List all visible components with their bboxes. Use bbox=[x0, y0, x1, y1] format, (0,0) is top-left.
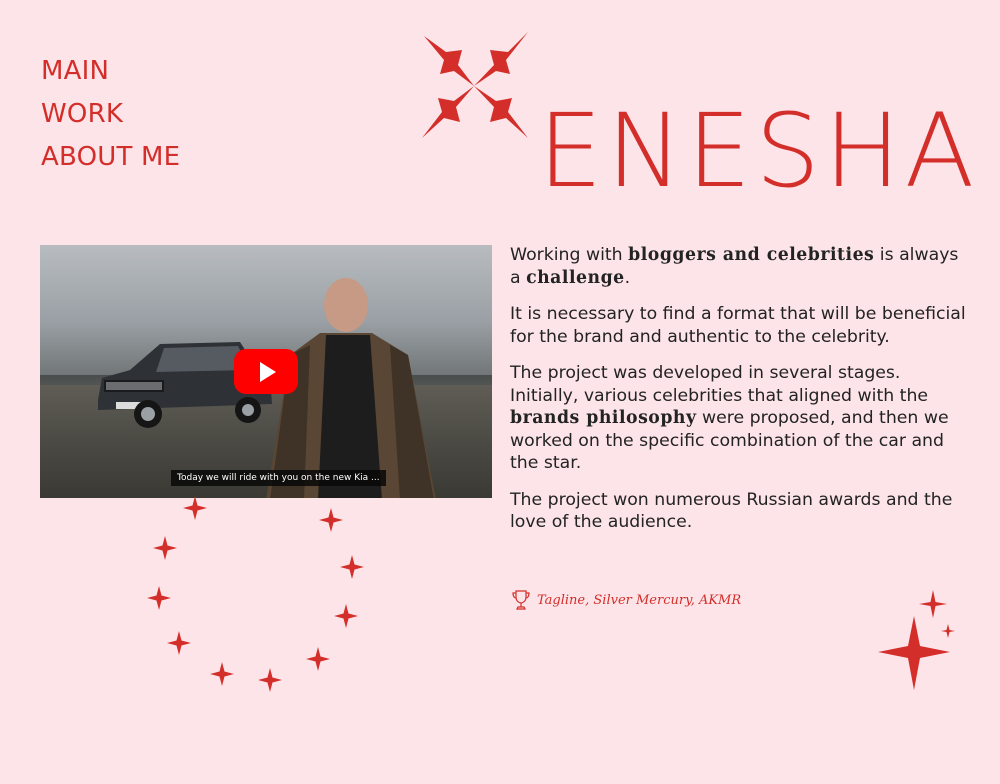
highlight-text: challenge bbox=[526, 267, 625, 288]
video-caption: Today we will ride with you on the new K… bbox=[171, 470, 386, 486]
paragraph-3: The project was developed in several sta… bbox=[510, 362, 970, 475]
paragraph-4: The project won numerous Russian awards … bbox=[510, 489, 953, 533]
trophy-icon bbox=[512, 590, 530, 610]
text-span: The project was developed in several sta… bbox=[510, 363, 929, 406]
text-span: Working with bbox=[510, 245, 629, 265]
project-description: Working with bloggers and celebrities is… bbox=[510, 244, 970, 548]
nav-item-work[interactable]: WORK bbox=[41, 93, 180, 136]
nav-item-main[interactable]: MAIN bbox=[41, 50, 180, 93]
main-nav: MAIN WORK ABOUT ME bbox=[41, 50, 180, 179]
video-player[interactable]: Today we will ride with you on the new K… bbox=[40, 245, 492, 498]
award-line: Tagline, Silver Mercury, AKMR bbox=[511, 589, 741, 611]
paragraph-2: It is necessary to find a format that wi… bbox=[510, 304, 966, 347]
highlight-text: brands philosophy bbox=[510, 408, 697, 428]
four-sparkles-icon bbox=[422, 32, 528, 138]
sparkle-ring-decoration bbox=[147, 496, 364, 692]
youtube-play-icon[interactable] bbox=[234, 349, 298, 394]
brand-logo[interactable]: ENESHA bbox=[538, 92, 978, 212]
nav-item-about-me[interactable]: ABOUT ME bbox=[41, 136, 180, 179]
award-text: Tagline, Silver Mercury, AKMR bbox=[537, 592, 742, 608]
text-span: . bbox=[624, 267, 631, 288]
paragraph-1: Working with bloggers and celebrities is… bbox=[510, 244, 970, 289]
corner-sparkles-decoration bbox=[878, 590, 955, 690]
highlight-text: bloggers and celebrities bbox=[628, 245, 875, 265]
play-triangle-icon bbox=[260, 361, 276, 382]
